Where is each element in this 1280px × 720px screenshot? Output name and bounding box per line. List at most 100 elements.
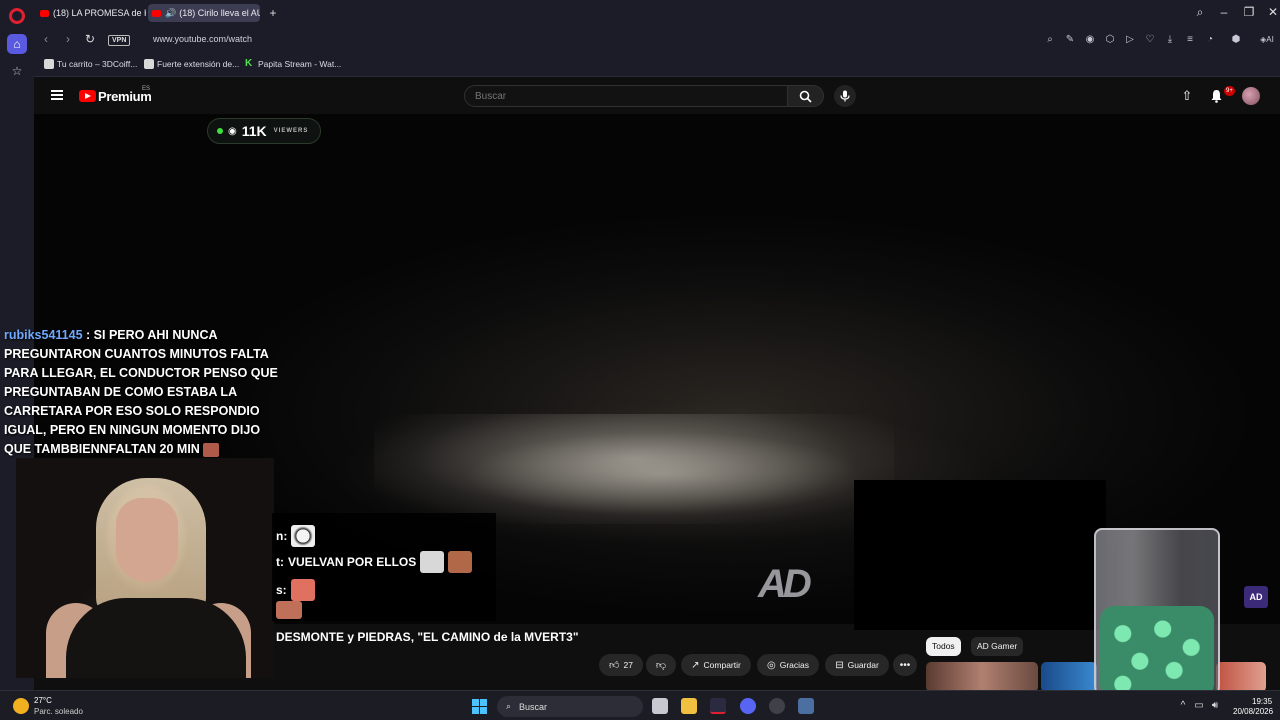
more-actions-button[interactable]: ••• — [893, 654, 917, 676]
microphone-icon — [840, 90, 850, 102]
bookmark-label: Papita Stream - Wat... — [258, 59, 342, 69]
streamer-webcam — [16, 458, 274, 678]
viewers-counter: ◉ 11K VIEWERS — [207, 118, 321, 144]
minimize-button[interactable]: – — [1216, 5, 1232, 19]
eye-icon: ◉ — [228, 125, 237, 137]
profile-icon[interactable]: ◔ — [1204, 34, 1216, 46]
search-tabs-icon[interactable]: ⌕ — [1192, 5, 1208, 20]
youtube-logo-icon[interactable] — [79, 90, 96, 102]
discord-icon[interactable] — [740, 698, 756, 714]
tab-la-promesa[interactable]: (18) LA PROMESA de King — [36, 4, 146, 22]
kick-favicon-icon: K — [245, 58, 253, 69]
bookmark-favicon-icon — [144, 59, 154, 69]
vpn-badge[interactable]: VPN — [108, 35, 131, 46]
save-label: Guardar — [847, 660, 879, 670]
forward-icon[interactable]: › — [60, 32, 76, 46]
play-icon[interactable]: ▷ — [1124, 34, 1136, 46]
bookmark-favicon-icon — [44, 59, 54, 69]
more-icon: ••• — [899, 659, 911, 671]
tray-chevron-icon[interactable]: ^ — [1177, 700, 1189, 711]
search-button[interactable] — [788, 85, 824, 107]
url-field[interactable]: www.youtube.com/watch — [153, 34, 252, 44]
ai-label: AI — [1266, 35, 1274, 44]
shield-icon[interactable]: ⬡ — [1104, 34, 1116, 46]
weather-sun-icon[interactable] — [13, 698, 29, 714]
opera-logo-icon[interactable] — [9, 8, 25, 24]
search-icon — [799, 90, 812, 103]
volume-icon[interactable]: 🔊︎ — [1209, 700, 1221, 711]
notifications-bell-icon[interactable] — [1208, 88, 1224, 104]
new-tab-button[interactable]: + — [266, 6, 280, 20]
like-button[interactable]: 👍︎ 27 — [599, 654, 643, 676]
tab-cirilo[interactable]: 🔊 (18) Cirilo lleva el AUT — [148, 4, 260, 22]
bookmark-papita-stream[interactable]: K Papita Stream - Wat... — [245, 58, 342, 70]
search-icon[interactable]: ⌕ — [1044, 34, 1056, 46]
jar-contents — [1100, 606, 1214, 698]
thanks-button[interactable]: ◎ Gracias — [757, 654, 819, 676]
network-icon[interactable]: ▭ — [1193, 700, 1205, 711]
cube-icon[interactable]: ⬢ — [1230, 34, 1242, 46]
related-video-thumbnail[interactable] — [1216, 662, 1266, 692]
weather-description[interactable]: Parc. soleado — [34, 707, 83, 716]
opera-taskbar-icon[interactable] — [710, 698, 726, 714]
chat-line-text: VUELVAN POR ELLOS — [288, 555, 417, 569]
save-icon: ⊟ — [835, 659, 844, 671]
viewers-label: VIEWERS — [273, 128, 309, 134]
youtube-search-input[interactable] — [464, 85, 788, 107]
heart-icon[interactable]: ♡ — [1144, 34, 1156, 46]
notification-count-badge: 9+ — [1224, 86, 1235, 96]
chat-line: n: — [276, 525, 316, 547]
related-video-thumbnail[interactable] — [1041, 662, 1097, 692]
chat-line — [276, 601, 302, 619]
face-emote-icon — [276, 601, 302, 619]
search-icon: ⌕ — [506, 701, 512, 711]
upload-icon[interactable]: ⇧ — [1179, 88, 1195, 104]
edit-icon[interactable]: ✎ — [1064, 34, 1076, 46]
download-icon[interactable]: ⤓ — [1164, 34, 1176, 46]
menu-icon[interactable]: ≡ — [1184, 34, 1196, 46]
viewers-count: 11K — [241, 123, 267, 139]
steam-icon[interactable] — [769, 698, 785, 714]
chat-line-prefix: n: — [276, 529, 288, 543]
home-icon[interactable]: ⌂ — [7, 34, 27, 54]
chip-all[interactable]: Todos — [926, 637, 961, 656]
dislike-button[interactable]: 👎︎ — [646, 654, 676, 676]
chip-ad-gamer[interactable]: AD Gamer — [971, 637, 1024, 656]
restore-button[interactable]: ❐ — [1241, 5, 1257, 19]
camera-icon[interactable]: ◉ — [1084, 34, 1096, 46]
share-button[interactable]: ↗ Compartir — [681, 654, 751, 676]
thumbs-down-icon: 👎︎ — [655, 660, 667, 671]
weather-temperature[interactable]: 27°C — [34, 696, 52, 705]
settings-icon[interactable] — [798, 698, 814, 714]
clock-date[interactable]: 20/08/2026 — [1233, 707, 1273, 716]
address-bar: ‹ › ↻ VPN www.youtube.com/watch ⌕ ✎ ◉ ⬡ … — [34, 26, 1280, 55]
bookmark-extension[interactable]: Fuerte extensión de... — [144, 59, 239, 69]
thumbs-up-icon: 👍︎ — [609, 660, 620, 671]
back-icon[interactable]: ‹ — [38, 32, 54, 46]
task-view-icon[interactable] — [652, 698, 668, 714]
close-button[interactable]: ✕ — [1265, 5, 1280, 19]
save-button[interactable]: ⊟ Guardar — [825, 654, 889, 676]
related-video-thumbnail[interactable] — [926, 662, 1038, 692]
speaker-icon: 🔊 — [165, 7, 177, 18]
clock-time[interactable]: 19:35 — [1252, 697, 1272, 706]
avatar[interactable] — [1242, 87, 1260, 105]
windows-start-icon[interactable] — [472, 699, 487, 714]
tab-bar: (18) LA PROMESA de King 🔊 (18) Cirilo ll… — [34, 0, 1280, 26]
taskbar-search[interactable]: ⌕ Buscar — [497, 696, 643, 717]
thanks-icon: ◎ — [766, 659, 776, 671]
voice-search-button[interactable] — [834, 85, 856, 107]
screen: ⌂ ☆ (18) LA PROMESA de King 🔊 (18) Ciril… — [0, 0, 1280, 720]
live-dot-icon — [217, 128, 223, 134]
reload-icon[interactable]: ↻ — [82, 32, 98, 46]
bookmarks-bar: Tu carrito – 3DCoiff... Fuerte extensión… — [34, 55, 1280, 77]
star-icon[interactable]: ☆ — [7, 61, 27, 81]
chat-line: t: VUELVAN POR ELLOS — [276, 551, 473, 573]
aria-ai-button[interactable]: ◈AI — [1256, 34, 1278, 46]
video-road-scene — [374, 414, 894, 524]
file-explorer-icon[interactable] — [681, 698, 697, 714]
region-label: ES — [142, 86, 151, 92]
youtube-favicon-icon — [152, 9, 161, 17]
hamburger-menu-icon[interactable] — [51, 90, 63, 100]
bookmark-3dcoiff[interactable]: Tu carrito – 3DCoiff... — [44, 59, 137, 69]
